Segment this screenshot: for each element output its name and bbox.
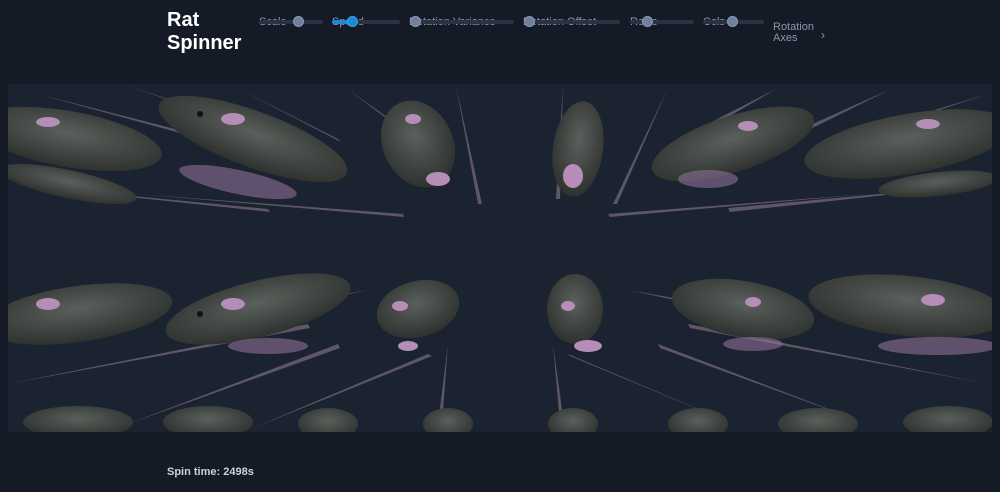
status-bar [0, 446, 1000, 492]
scale-slider-thumb[interactable] [293, 16, 304, 27]
speed-slider[interactable] [332, 16, 400, 27]
rat-scene [8, 86, 992, 432]
bottom-row-rats [8, 273, 992, 355]
chevron-right-icon[interactable]: › [821, 28, 825, 42]
rotation-variance-slider[interactable] [409, 16, 514, 27]
cols-slider[interactable] [703, 16, 764, 27]
cols-slider-thumb[interactable] [727, 16, 738, 27]
rat-canvas[interactable] [8, 84, 992, 432]
top-controls-bar [0, 0, 1000, 74]
rotation-variance-slider-thumb[interactable] [410, 16, 421, 27]
rows-slider[interactable] [630, 16, 694, 27]
app-title: Rat Spinner [167, 9, 242, 54]
rotation-axes-toggle[interactable]: Rotation Axes [773, 22, 814, 44]
bottom-partial-rats [23, 406, 992, 432]
rows-slider-thumb[interactable] [642, 16, 653, 27]
speed-slider-thumb[interactable] [347, 16, 358, 27]
top-row-rats [8, 95, 992, 204]
spin-time-readout: Spin time: 2498s [167, 466, 254, 478]
rotation-offset-slider-thumb[interactable] [524, 16, 535, 27]
scale-slider[interactable] [259, 16, 323, 27]
rotation-offset-slider[interactable] [523, 16, 620, 27]
